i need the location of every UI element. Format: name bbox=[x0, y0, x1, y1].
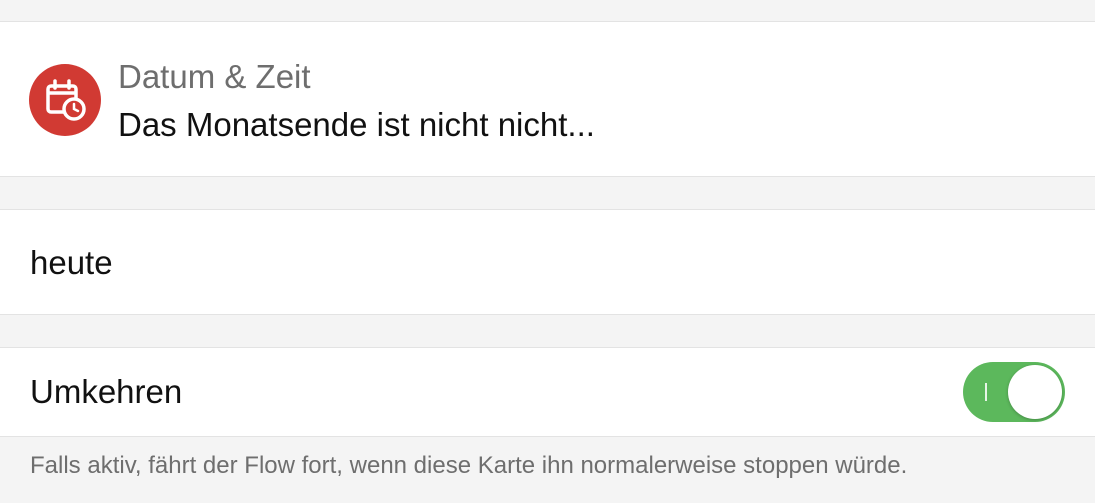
toggle-knob bbox=[1008, 365, 1062, 419]
reverse-toggle[interactable] bbox=[963, 362, 1065, 422]
toggle-on-mark-icon bbox=[985, 383, 987, 401]
reverse-setting-row: Umkehren bbox=[0, 347, 1095, 437]
calendar-clock-icon bbox=[29, 64, 101, 136]
card-settings-screen: Datum & Zeit Das Monatsende ist nicht ni… bbox=[0, 0, 1095, 503]
card-header-row[interactable]: Datum & Zeit Das Monatsende ist nicht ni… bbox=[0, 21, 1095, 177]
date-argument-value: heute bbox=[30, 244, 113, 281]
reverse-label: Umkehren bbox=[30, 373, 183, 410]
reverse-footnote: Falls aktiv, fährt der Flow fort, wenn d… bbox=[30, 452, 908, 479]
card-subtitle: Das Monatsende ist nicht nicht... bbox=[118, 106, 595, 143]
date-argument-row[interactable]: heute bbox=[0, 209, 1095, 315]
card-title: Datum & Zeit bbox=[118, 58, 311, 95]
